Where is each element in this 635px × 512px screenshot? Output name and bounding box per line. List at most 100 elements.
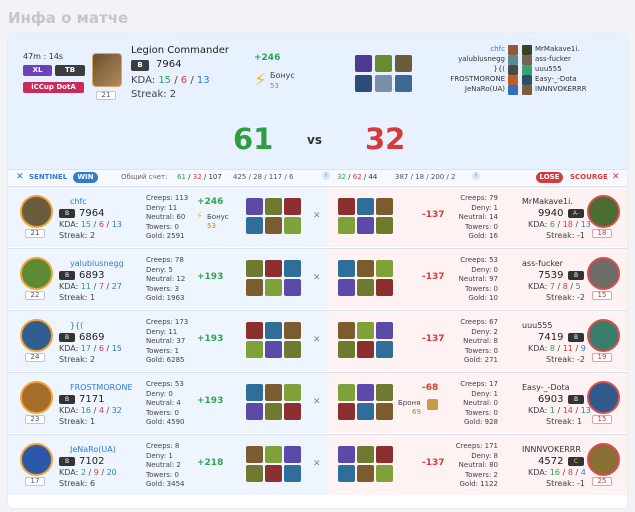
right-streak: Streak: -2 [546,355,585,364]
right-hero-level: 19 [592,353,612,362]
hero-name: Legion Commander [131,45,229,56]
left-neutral: Neutral: 60 [146,213,186,221]
crossed-swords-icon: ✕ [313,273,321,283]
player-row: 23 FROSTMORONE B 7171 KDA: 16 / 4 / 32 S… [8,372,627,433]
team-left-player[interactable]: FROSTMORONE [438,74,505,84]
team-right-player[interactable]: INNNVOKERRR [535,84,617,94]
team-right-player[interactable]: MrMakave1i. [535,44,617,54]
team-left-player[interactable]: chfc [438,44,505,54]
right-rating-change: -137 [422,334,445,344]
left-neutral: Neutral: 37 [146,337,186,345]
left-kda: KDA: 17 / 6 / 15 [59,344,122,353]
player-row: 24 }{( B 6869 KDA: 17 / 6 / 15 Streak: 2… [8,310,627,371]
kda-kills: 15 [158,75,172,86]
left-kda-assists: 13 [111,220,122,229]
right-item [357,465,374,482]
team-left-player[interactable]: yalublusnegg [438,54,505,64]
kda-label: KDA: [131,75,156,86]
right-kda-kills: 6 [549,220,555,229]
right-player-name[interactable]: ass-fucker [522,259,563,268]
left-hero-avatar [20,195,53,228]
right-player-name[interactable]: uuu555 [522,321,552,330]
right-neutral: Neutral: 8 [463,337,498,345]
scourge-label: SCOURGE [570,173,608,181]
right-hero-level: 18 [592,229,612,238]
left-rank-badge: B [59,457,75,466]
left-item [246,198,263,215]
right-kda-kills: 7 [549,282,555,291]
left-hero-avatar [20,257,53,290]
match-summary: 47m : 14s XL TB iCCup DotA 21 Legion Com… [8,33,627,169]
right-stats: Creeps: 79 Deny: 1 Neutral: 14 Towers: 0… [444,194,498,242]
left-rank-badge: B [59,271,75,280]
left-creeps: Creeps: 53 [146,380,184,388]
left-item [265,217,282,234]
right-towers: Towers: 2 [465,470,498,479]
right-item [357,341,374,358]
right-hero-avatar [587,381,620,414]
right-player-name[interactable]: Easy-_-Dota [522,383,570,392]
left-towers: Towers: 3 [146,284,179,293]
team-left-player[interactable]: JeNaRo(UA) [438,84,505,94]
left-towers: Towers: 0 [146,408,179,417]
left-item [284,198,301,215]
left-kda-deaths: 6 [98,220,104,229]
left-player-name[interactable]: yalublusnegg [70,259,124,268]
left-rank-badge: B [59,395,75,404]
left-creeps: Creeps: 78 [146,256,184,264]
right-towers: Towers: 0 [465,346,498,355]
left-streak: Streak: 1 [59,417,96,426]
right-player-name[interactable]: MrMakave1i. [522,197,573,206]
left-streak: Streak: 2 [59,355,96,364]
right-streak: Streak: -2 [546,293,585,302]
right-rating: 7539 [538,270,564,281]
right-kda: KDA: 8 / 11 / 9 [528,344,586,353]
right-item [376,446,393,463]
left-item [284,341,301,358]
right-player-name[interactable]: INNNVOKERRR [522,445,581,454]
crossed-swords-icon: ✕ [313,335,321,345]
left-total-extra: 425 / 28 / 117 / 6 [233,173,294,181]
left-creeps: Creeps: 113 [146,194,189,202]
left-kda-assists: 27 [111,282,122,291]
left-item [265,403,282,420]
team-right-player[interactable]: ass-fucker [535,54,617,64]
mode-badge: iCCup DotA [23,82,84,93]
left-player-name[interactable]: }{( [70,321,83,330]
left-rating: 6869 [79,332,105,343]
right-item [338,217,355,234]
right-rating-change: -137 [422,272,445,282]
left-kda-assists: 20 [106,468,117,477]
right-streak: Streak: -1 [546,479,585,488]
right-neutral: Neutral: 97 [458,275,498,283]
left-streak: Streak: 2 [59,231,96,240]
left-kda-kills: 2 [80,468,86,477]
left-hero-level: 17 [25,477,45,486]
left-hero-icon [508,85,518,95]
match-time: 47m : 14s [23,52,64,61]
right-total-extra: 387 / 18 / 200 / 2 [395,173,456,181]
right-rating: 4572 [538,456,564,467]
right-item [357,217,374,234]
right-item [376,279,393,296]
left-rating-gain: +218 [197,458,224,468]
info-icon: i [472,172,480,180]
left-player-name[interactable]: chfc [70,197,87,206]
left-player-name[interactable]: FROSTMORONE [70,383,132,392]
right-deny: Deny: 1 [471,203,498,212]
team-right-player[interactable]: uuu555 [535,64,617,74]
left-player-name[interactable]: JeNaRo(UA) [70,445,116,454]
team-right-player[interactable]: Easy-_-Dota [535,74,617,84]
right-kda-kills: 8 [549,344,555,353]
left-hero-level: 22 [25,291,45,300]
right-item [338,403,355,420]
team-left-player[interactable]: }{( [438,64,505,74]
right-towers: Towers: 0 [465,408,498,417]
right-kda-deaths: 8 [562,282,568,291]
hero-kda: KDA: 15 / 6 / 13 [131,75,210,86]
left-item [246,465,263,482]
left-hero-icon [508,65,518,75]
right-hero-icon [522,85,532,95]
right-item [357,384,374,401]
left-item [284,403,301,420]
